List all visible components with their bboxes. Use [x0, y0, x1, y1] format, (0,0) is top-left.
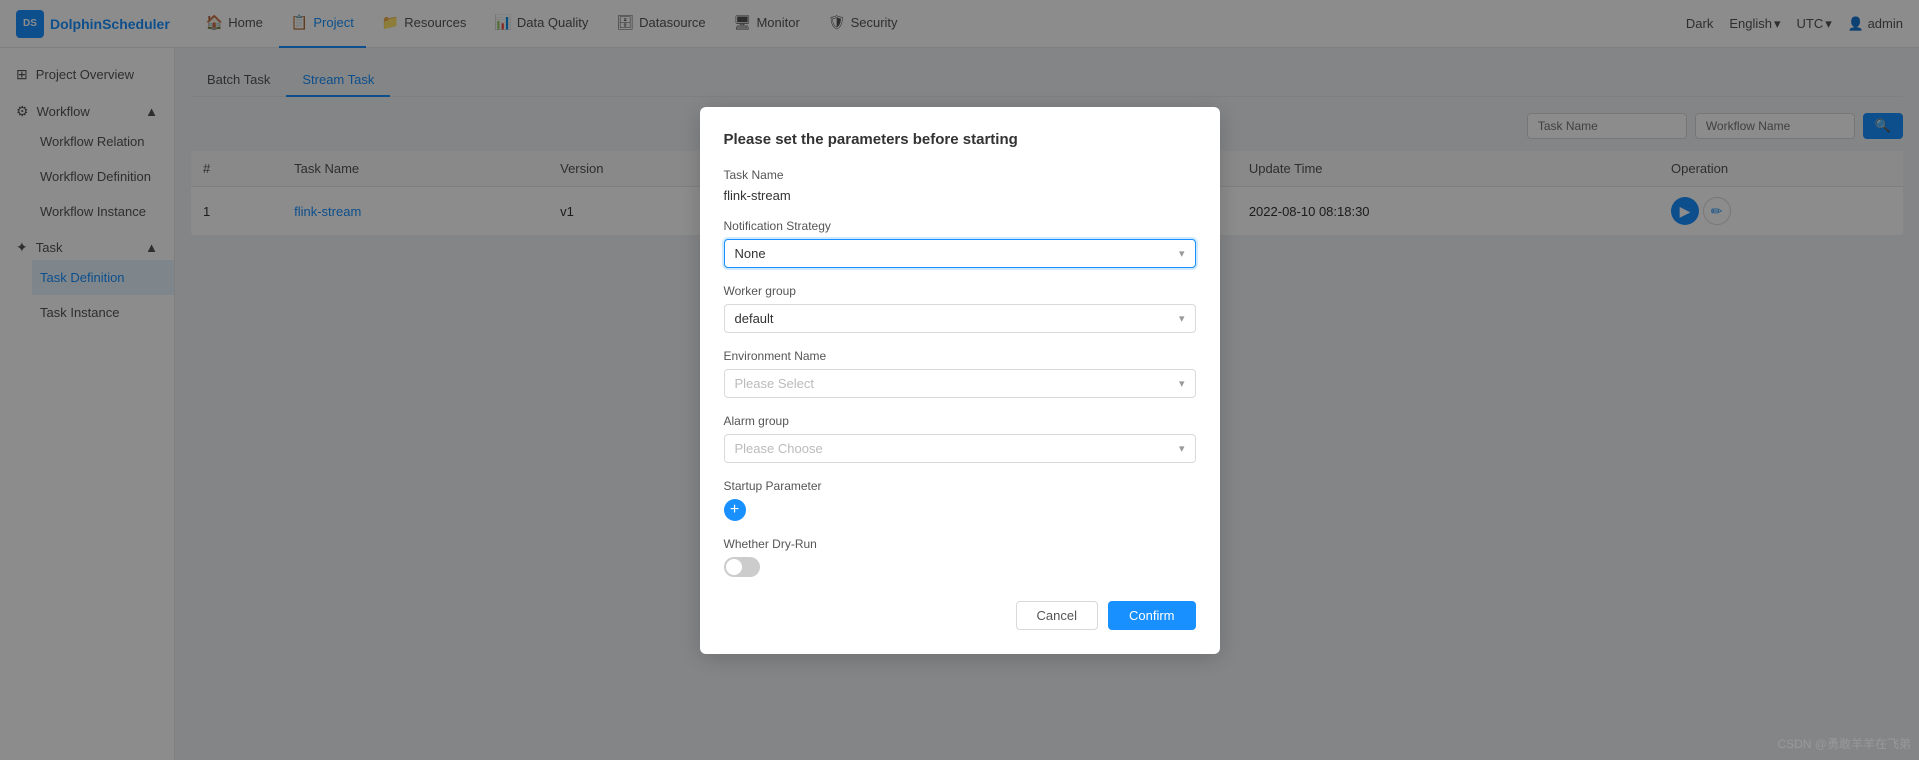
dry-run-toggle-wrap [724, 557, 1196, 577]
dry-run-label: Whether Dry-Run [724, 537, 1196, 551]
alarm-select[interactable]: Please Choose ▾ [724, 434, 1196, 463]
toggle-knob [726, 559, 742, 575]
form-row-alarm: Alarm group Please Choose ▾ [724, 414, 1196, 463]
task-name-value: flink-stream [724, 188, 1196, 203]
worker-group-label: Worker group [724, 284, 1196, 298]
modal-overlay: Please set the parameters before startin… [0, 0, 1919, 760]
modal-title: Please set the parameters before startin… [724, 131, 1196, 148]
notification-arrow-icon: ▾ [1179, 247, 1185, 260]
startup-param-label: Startup Parameter [724, 479, 1196, 493]
alarm-placeholder: Please Choose [735, 441, 823, 456]
worker-group-arrow-icon: ▾ [1179, 312, 1185, 325]
form-row-task-name: Task Name flink-stream [724, 168, 1196, 203]
watermark: CSDN @勇敢羊羊在飞弟 [1777, 735, 1911, 752]
environment-placeholder: Please Select [735, 376, 815, 391]
confirm-button[interactable]: Confirm [1108, 601, 1196, 630]
dry-run-toggle[interactable] [724, 557, 760, 577]
start-params-modal: Please set the parameters before startin… [700, 107, 1220, 654]
modal-footer: Cancel Confirm [724, 601, 1196, 630]
form-row-worker-group: Worker group default ▾ [724, 284, 1196, 333]
environment-select[interactable]: Please Select ▾ [724, 369, 1196, 398]
task-name-label: Task Name [724, 168, 1196, 182]
environment-arrow-icon: ▾ [1179, 377, 1185, 390]
environment-label: Environment Name [724, 349, 1196, 363]
notification-value: None [735, 246, 766, 261]
alarm-label: Alarm group [724, 414, 1196, 428]
worker-group-value: default [735, 311, 774, 326]
notification-label: Notification Strategy [724, 219, 1196, 233]
cancel-button[interactable]: Cancel [1016, 601, 1098, 630]
add-startup-param-button[interactable]: + [724, 499, 746, 521]
alarm-arrow-icon: ▾ [1179, 442, 1185, 455]
form-row-environment: Environment Name Please Select ▾ [724, 349, 1196, 398]
form-row-startup-param: Startup Parameter + [724, 479, 1196, 521]
notification-select[interactable]: None ▾ [724, 239, 1196, 268]
form-row-notification: Notification Strategy None ▾ [724, 219, 1196, 268]
worker-group-select[interactable]: default ▾ [724, 304, 1196, 333]
form-row-dry-run: Whether Dry-Run [724, 537, 1196, 577]
